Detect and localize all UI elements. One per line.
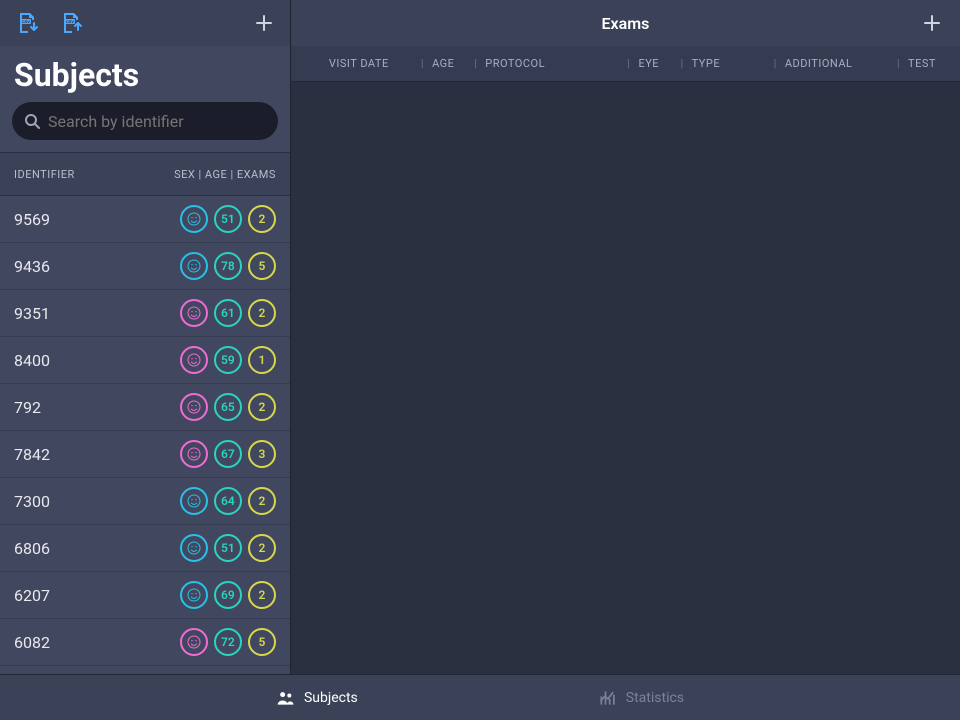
exams-badge: 2 bbox=[248, 534, 276, 562]
exams-body-empty bbox=[291, 82, 960, 674]
exams-badge: 1 bbox=[248, 346, 276, 374]
sex-badge bbox=[180, 346, 208, 374]
sex-badge bbox=[180, 628, 208, 656]
nav-subjects-label: Subjects bbox=[304, 690, 358, 706]
age-badge: 78 bbox=[214, 252, 242, 280]
age-badge: 61 bbox=[214, 299, 242, 327]
sex-badge bbox=[180, 393, 208, 421]
subject-id: 6806 bbox=[14, 539, 174, 558]
subject-row[interactable]: 6806 512 bbox=[0, 525, 290, 572]
subject-row[interactable]: 8400 591 bbox=[0, 337, 290, 384]
exams-panel: Exams VISIT DATE|AGE|PROTOCOL|EYE|TYPE|A… bbox=[291, 0, 960, 674]
exam-col-visit date: VISIT DATE bbox=[321, 57, 421, 70]
exams-title: Exams bbox=[333, 14, 918, 33]
sidebar-title: Subjects bbox=[0, 46, 290, 102]
exam-col-protocol: PROTOCOL bbox=[477, 57, 627, 70]
sex-badge bbox=[180, 487, 208, 515]
subject-id: 7300 bbox=[14, 492, 174, 511]
search-icon bbox=[24, 113, 40, 129]
subject-row[interactable]: 7300 642 bbox=[0, 478, 290, 525]
sidebar-toolbar: CSV CSV bbox=[0, 0, 290, 46]
sex-badge bbox=[180, 534, 208, 562]
add-exam-button[interactable] bbox=[918, 9, 946, 37]
exam-col-additional: ADDITIONAL bbox=[777, 57, 897, 70]
plus-icon bbox=[254, 13, 274, 33]
subjects-list[interactable]: 9569512943678593516128400591792652784267… bbox=[0, 196, 290, 674]
sex-badge bbox=[180, 581, 208, 609]
csv-import-icon: CSV bbox=[16, 11, 40, 35]
subject-id: 6082 bbox=[14, 633, 174, 652]
add-subject-button[interactable] bbox=[250, 9, 278, 37]
people-icon bbox=[276, 688, 296, 708]
svg-text:CSV: CSV bbox=[66, 19, 74, 24]
exam-col-age: AGE bbox=[424, 57, 474, 70]
subjects-sidebar: CSV CSV Subjects bbox=[0, 0, 291, 674]
exams-badge: 2 bbox=[248, 393, 276, 421]
csv-export-button[interactable]: CSV bbox=[56, 7, 88, 39]
subject-row[interactable]: 6082 725 bbox=[0, 619, 290, 666]
exams-badge: 5 bbox=[248, 628, 276, 656]
exam-col-test: TEST bbox=[900, 57, 960, 70]
svg-text:CSV: CSV bbox=[22, 19, 30, 24]
subject-id: 7842 bbox=[14, 445, 174, 464]
csv-export-icon: CSV bbox=[60, 11, 84, 35]
subject-row[interactable]: 9351 612 bbox=[0, 290, 290, 337]
subject-id: 8400 bbox=[14, 351, 174, 370]
exam-col-eye: EYE bbox=[630, 57, 680, 70]
bottom-nav: Subjects Statistics bbox=[0, 674, 960, 720]
age-badge: 65 bbox=[214, 393, 242, 421]
search-input[interactable] bbox=[12, 102, 278, 140]
subject-id: 9351 bbox=[14, 304, 174, 323]
sex-badge bbox=[180, 299, 208, 327]
sex-badge bbox=[180, 252, 208, 280]
sex-badge bbox=[180, 205, 208, 233]
sex-badge bbox=[180, 440, 208, 468]
nav-statistics-label: Statistics bbox=[626, 690, 684, 706]
age-badge: 51 bbox=[214, 205, 242, 233]
header-identifier: IDENTIFIER bbox=[14, 168, 174, 181]
subject-row[interactable]: 9569 512 bbox=[0, 196, 290, 243]
csv-import-button[interactable]: CSV bbox=[12, 7, 44, 39]
exams-badge: 2 bbox=[248, 205, 276, 233]
subject-id: 6207 bbox=[14, 586, 174, 605]
age-badge: 69 bbox=[214, 581, 242, 609]
subject-row[interactable]: 792 652 bbox=[0, 384, 290, 431]
exams-badge: 2 bbox=[248, 581, 276, 609]
exams-badge: 2 bbox=[248, 299, 276, 327]
subject-id: 9569 bbox=[14, 210, 174, 229]
exams-badge: 3 bbox=[248, 440, 276, 468]
age-badge: 64 bbox=[214, 487, 242, 515]
subject-id: 792 bbox=[14, 398, 174, 417]
exams-badge: 2 bbox=[248, 487, 276, 515]
subject-row[interactable]: 9436 785 bbox=[0, 243, 290, 290]
subject-id: 9436 bbox=[14, 257, 174, 276]
age-badge: 59 bbox=[214, 346, 242, 374]
exams-columns-header: VISIT DATE|AGE|PROTOCOL|EYE|TYPE|ADDITIO… bbox=[291, 46, 960, 82]
subject-row[interactable]: 7842 673 bbox=[0, 431, 290, 478]
age-badge: 51 bbox=[214, 534, 242, 562]
plus-icon bbox=[922, 13, 942, 33]
nav-subjects[interactable]: Subjects bbox=[276, 688, 358, 708]
nav-statistics[interactable]: Statistics bbox=[598, 688, 684, 708]
exams-toolbar: Exams bbox=[291, 0, 960, 46]
stats-icon bbox=[598, 688, 618, 708]
header-sex-age-exams: SEX | AGE | EXAMS bbox=[174, 168, 276, 181]
exams-badge: 5 bbox=[248, 252, 276, 280]
exam-col-type: TYPE bbox=[684, 57, 774, 70]
age-badge: 67 bbox=[214, 440, 242, 468]
subjects-list-header: IDENTIFIER SEX | AGE | EXAMS bbox=[0, 152, 290, 196]
subject-row[interactable]: 6207 692 bbox=[0, 572, 290, 619]
age-badge: 72 bbox=[214, 628, 242, 656]
